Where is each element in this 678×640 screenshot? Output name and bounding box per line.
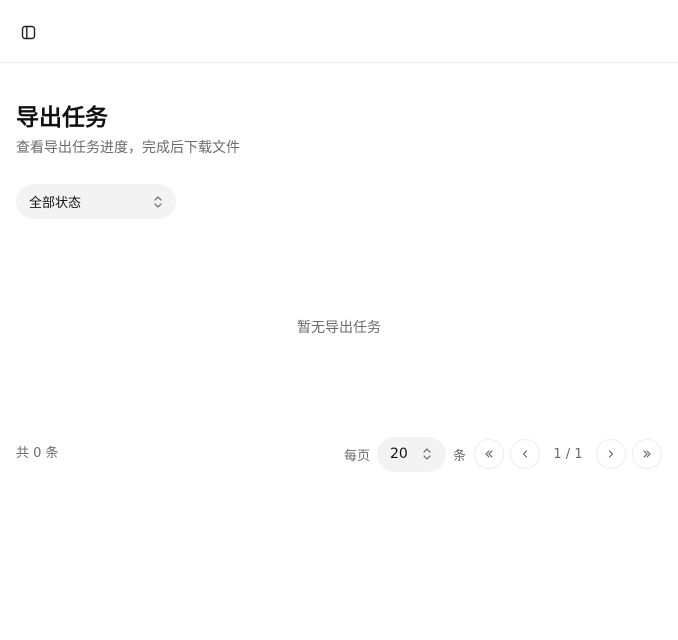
page-size-value: 20	[389, 446, 408, 462]
last-page-button[interactable]	[632, 439, 662, 469]
status-filter-select[interactable]: 全部状态	[16, 184, 176, 219]
pagination: 每页 20 条 1 / 1	[344, 436, 662, 472]
prev-page-button[interactable]	[510, 439, 540, 469]
next-page-button[interactable]	[596, 439, 626, 469]
chevrons-right-icon	[641, 448, 653, 460]
page-subtitle: 查看导出任务进度，完成后下载文件	[16, 140, 240, 156]
chevron-left-icon	[519, 448, 531, 460]
page-indicator: 1 / 1	[553, 446, 583, 462]
sidebar-toggle-icon	[21, 25, 36, 40]
page-title: 导出任务	[16, 105, 108, 131]
status-filter-value: 全部状态	[29, 196, 82, 211]
chevron-right-icon	[605, 448, 617, 460]
per-page-label: 每页	[343, 448, 370, 464]
unit-label: 条	[452, 448, 466, 464]
page-size-select[interactable]: 20	[376, 436, 446, 472]
top-bar	[0, 0, 678, 63]
empty-state-message: 暂无导出任务	[297, 320, 381, 336]
first-page-button[interactable]	[474, 439, 504, 469]
chevrons-left-icon	[483, 448, 495, 460]
updown-chevron-icon	[153, 195, 163, 209]
sidebar-toggle-button[interactable]	[14, 18, 42, 46]
updown-chevron-icon	[422, 447, 432, 461]
total-count: 共 0 条	[16, 446, 59, 461]
